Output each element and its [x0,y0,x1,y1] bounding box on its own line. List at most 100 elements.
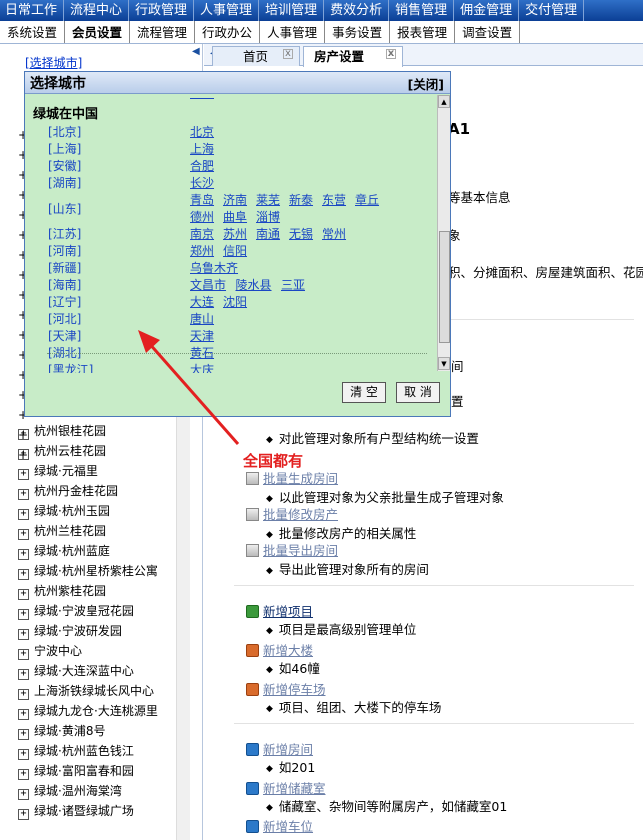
city-link[interactable]: 章丘 [355,191,379,208]
city-link[interactable]: 三亚 [281,276,305,293]
province-link[interactable]: [安徽] [48,157,81,174]
tree-item[interactable]: + 绿城九龙仓·大连桃源里 [18,701,188,721]
city-link[interactable]: 无锡 [289,225,313,242]
scroll-up-icon[interactable]: ▲ [438,95,450,108]
expand-icon[interactable]: + [18,769,29,780]
province-link[interactable]: [山东] [48,200,81,217]
subnav-office[interactable]: 行政办公 [195,21,261,43]
add-building-entry[interactable]: 新增大楼 [246,640,313,659]
province-link[interactable]: [上海] [48,140,81,157]
city-link[interactable]: 苏州 [223,225,247,242]
subnav-hr-management[interactable]: 人事管理 [260,21,326,43]
add-parking-lot-entry[interactable]: 新增停车场 [246,679,326,698]
subnav-member-settings[interactable]: 会员设置 [65,21,131,43]
add-room-link[interactable]: 新增房间 [263,742,313,757]
tree-item[interactable]: + 杭州丹金桂花园 [18,481,188,501]
tree-item[interactable]: + 杭州兰桂花园 [18,521,188,541]
add-storage-link[interactable]: 新增储藏室 [263,781,326,796]
city-link[interactable]: 淄博 [256,208,280,225]
city-link[interactable]: 陵水县 [236,276,272,293]
scroll-down-icon[interactable]: ▼ [438,357,450,370]
topnav-admin[interactable]: 行政管理 [129,0,195,21]
tree-item[interactable]: + 绿城·杭州蓝庭 [18,541,188,561]
city-link[interactable]: 信阳 [223,242,247,259]
province-link[interactable]: [天津] [48,327,81,344]
tree-item[interactable]: + 绿城·温州海棠湾 [18,781,188,801]
expand-icon[interactable]: + [18,448,28,462]
province-link[interactable]: [辽宁] [48,293,81,310]
expand-icon[interactable]: + [18,469,29,480]
dialog-scroll-thumb[interactable] [439,231,450,343]
province-link[interactable]: [江苏] [48,225,81,242]
city-link[interactable]: 大连 [190,293,214,310]
topnav-commission[interactable]: 佣金管理 [454,0,520,21]
city-link[interactable]: 南京 [190,225,214,242]
tree-item[interactable]: + 绿城·杭州星桥紫桂公寓 [18,561,188,581]
city-link[interactable]: 唐山 [190,310,214,327]
subnav-report-management[interactable]: 报表管理 [390,21,456,43]
tab-home[interactable]: 首页 x [212,46,300,66]
city-link[interactable]: 沈阳 [223,293,247,310]
add-building-link[interactable]: 新增大楼 [263,643,313,658]
subnav-system-settings[interactable]: 系统设置 [0,21,66,43]
close-icon[interactable]: x [386,49,396,59]
city-link[interactable]: 东营 [322,191,346,208]
city-link[interactable]: 曲阜 [223,208,247,225]
city-link[interactable]: 乌鲁木齐 [190,259,238,276]
city-link[interactable]: 上海 [190,140,214,157]
add-project-entry[interactable]: 新增项目 [246,601,313,620]
expand-icon[interactable]: + [18,649,29,660]
batch-export-rooms-entry[interactable]: 批量导出房间 [246,540,338,559]
province-link[interactable]: [黑龙江] [48,361,93,373]
subnav-affairs-settings[interactable]: 事务设置 [325,21,391,43]
close-icon[interactable]: x [283,49,293,59]
tree-item[interactable]: + 绿城·诸暨绿城广场 [18,801,188,821]
add-parking-lot-link[interactable]: 新增停车场 [263,682,326,697]
city-link[interactable]: 文昌市 [190,276,226,293]
city-link[interactable]: 德州 [190,208,214,225]
subnav-process-management[interactable]: 流程管理 [130,21,196,43]
expand-icon[interactable]: + [18,809,29,820]
cancel-button[interactable]: 取 消 [396,382,440,403]
city-link[interactable]: 莱芜 [256,191,280,208]
add-project-link[interactable]: 新增项目 [263,604,313,619]
expand-icon[interactable]: + [18,689,29,700]
topnav-daily-work[interactable]: 日常工作 [0,0,65,21]
add-parking-space-entry[interactable]: 新增车位 [246,816,313,835]
expand-icon[interactable]: + [18,729,29,740]
province-link[interactable]: [湖南] [48,174,81,191]
topnav-hr[interactable]: 人事管理 [194,0,260,21]
add-storage-entry[interactable]: 新增储藏室 [246,778,326,797]
topnav-cost-analysis[interactable]: 费效分析 [324,0,390,21]
add-room-entry[interactable]: 新增房间 [246,739,313,758]
tree-item[interactable]: + 宁波中心 [18,641,188,661]
clear-button[interactable]: 清 空 [342,382,386,403]
city-link[interactable]: 新泰 [289,191,313,208]
subnav-survey-settings[interactable]: 调查设置 [455,21,521,43]
topnav-sales[interactable]: 销售管理 [389,0,455,21]
tree-item[interactable]: + 绿城·黄浦8号 [18,721,188,741]
dialog-titlebar[interactable]: 选择城市 [关闭] [25,72,450,94]
city-link[interactable]: 郑州 [190,242,214,259]
dialog-close-button[interactable]: [关闭] [408,74,444,93]
expand-icon[interactable]: + [18,749,29,760]
city-link[interactable]: 合肥 [190,157,214,174]
select-city-link[interactable]: [选择城市] [25,54,82,71]
tree-item[interactable]: + 绿城·富阳富春和园 [18,761,188,781]
city-link[interactable]: 济南 [223,191,247,208]
expand-icon[interactable]: + [18,669,29,680]
tree-item[interactable]: + 绿城·大连深蓝中心 [18,661,188,681]
tree-item[interactable]: + 绿城·宁波皇冠花园 [18,601,188,621]
add-parking-space-link[interactable]: 新增车位 [263,819,313,834]
expand-icon[interactable]: + [18,569,29,580]
city-link[interactable]: 南通 [256,225,280,242]
batch-modify-property-entry[interactable]: 批量修改房产 [246,504,338,523]
tree-item[interactable]: + 绿城·杭州玉园 [18,501,188,521]
tree-item[interactable]: + 绿城·杭州蓝色钱江 [18,741,188,761]
province-link[interactable]: [海南] [48,276,81,293]
city-link[interactable]: 青岛 [190,191,214,208]
expand-icon[interactable]: + [18,589,29,600]
province-link[interactable]: [新疆] [48,259,81,276]
tree-item[interactable]: + 绿城·元福里 [18,461,188,481]
expand-icon[interactable]: + [18,428,28,442]
